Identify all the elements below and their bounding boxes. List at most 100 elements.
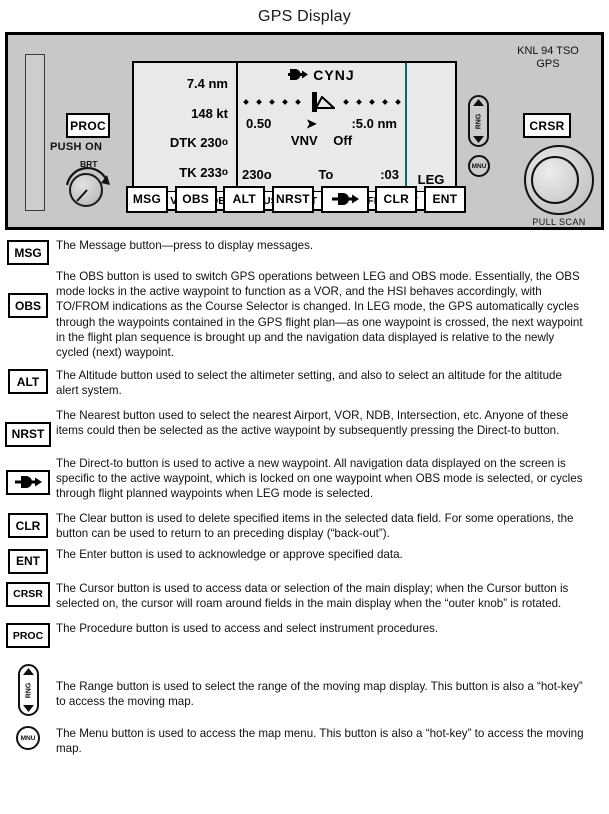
range-rocker-button[interactable]: RNG — [468, 95, 489, 147]
brt-label: BRT — [80, 159, 98, 169]
screen-desired-track: DTK 230o — [169, 135, 228, 151]
legend-desc-clr: The Clear button is used to delete speci… — [56, 512, 574, 541]
proc-button[interactable]: PROC — [66, 113, 110, 138]
clr-button[interactable]: CLR — [375, 185, 418, 213]
button-legend-list: MSG The Message button—press to display … — [0, 238, 609, 756]
brt-pointer-icon — [76, 189, 88, 202]
bezel-left-slot — [25, 54, 45, 211]
cdi-dot — [342, 99, 349, 105]
alt-button[interactable]: ALT — [223, 185, 266, 213]
unit-button-row: MSG OBS ALT NRST CLR ENT — [126, 183, 466, 215]
legend-row-crsr: CRSR The Cursor button is used to access… — [0, 581, 609, 611]
legend-row-msg: MSG The Message button—press to display … — [0, 238, 609, 265]
mnu-key-icon[interactable]: MNU — [16, 726, 40, 751]
screen-track: TK 233o — [179, 164, 228, 180]
legend-key-direct-to — [0, 456, 56, 495]
crsr-key-icon[interactable]: CRSR — [6, 581, 50, 607]
direct-to-key-icon[interactable] — [6, 469, 50, 495]
vnv-value: Off — [333, 133, 353, 148]
course-value: 230o — [242, 166, 272, 182]
inner-knob[interactable] — [531, 156, 579, 204]
brightness-knob[interactable]: BRT — [60, 159, 122, 209]
screen-left-data-column: 7.4 nm 148 kt DTK 230o TK 233o — [134, 63, 238, 191]
legend-key-ent: ENT — [0, 547, 56, 574]
obs-key-icon[interactable]: OBS — [7, 293, 48, 318]
direct-to-button[interactable] — [320, 185, 369, 213]
obs-button[interactable]: OBS — [174, 185, 217, 213]
cdi-dot — [268, 99, 275, 105]
legend-row-proc: PROC The Procedure button is used to acc… — [0, 621, 609, 649]
crsr-button[interactable]: CRSR — [523, 113, 571, 138]
chevron-up-icon — [473, 99, 484, 106]
legend-row-direct-to: The Direct-to button is used to active a… — [0, 456, 609, 502]
menu-button[interactable]: MNU — [468, 155, 490, 177]
cdi-dot — [255, 99, 262, 105]
cdi-scale — [238, 91, 405, 113]
gps-unit-bezel: PROC PUSH ON BRT 7.4 nm 148 kt DTK 230o … — [5, 32, 604, 230]
ent-button[interactable]: ENT — [423, 185, 466, 213]
rng-label: RNG — [475, 113, 483, 130]
legend-desc-msg: The Message button—press to display mess… — [56, 239, 314, 252]
rng-key-icon[interactable]: RNG — [17, 664, 39, 717]
screen-distance: 7.4 nm — [186, 76, 228, 92]
screen-groundspeed: 148 kt — [191, 105, 228, 121]
legend-desc-obs: The OBS button is used to switch GPS ope… — [56, 270, 583, 360]
model-line-2: GPS — [536, 58, 560, 70]
legend-desc-alt: The Altitude button used to select the a… — [56, 369, 562, 398]
legend-desc-proc: The Procedure button is used to access a… — [56, 622, 439, 636]
aircraft-glyph-icon — [314, 96, 335, 109]
msg-button[interactable]: MSG — [126, 185, 168, 213]
alt-key-icon[interactable]: ALT — [8, 369, 48, 395]
screen-mode-column: LEG — [405, 63, 455, 191]
cdi-dot — [394, 99, 401, 105]
legend-desc-crsr: The Cursor button is used to access data… — [56, 581, 569, 610]
xtk-value: 0.50 — [246, 115, 272, 131]
legend-key-obs: OBS — [0, 269, 56, 318]
msg-key-icon[interactable]: MSG — [7, 240, 49, 265]
screen-vnv-row: VNV Off — [238, 133, 405, 148]
rng-key-label: RNG — [25, 682, 32, 699]
legend-key-clr: CLR — [0, 511, 56, 539]
legend-row-ent: ENT The Enter button is used to acknowle… — [0, 547, 609, 574]
cdi-dot — [294, 99, 301, 105]
chevron-down-icon — [473, 136, 484, 143]
pull-scan-label: PULL SCAN — [532, 217, 586, 227]
cdi-aircraft-symbol — [309, 92, 335, 112]
legend-key-rng: RNG — [0, 662, 56, 717]
xtk-direction-arrow-icon: ➤ — [305, 115, 317, 131]
legend-desc-ent: The Enter button is used to acknowledge … — [56, 547, 403, 561]
legend-desc-rng: The Range button is used to select the r… — [56, 680, 583, 709]
screen-main-column: CYNJ 0.50 ➤:5.0 nm VNV Off 230o To:03 — [238, 63, 405, 191]
legend-row-clr: CLR The Clear button is used to delete s… — [0, 511, 609, 541]
proc-key-icon[interactable]: PROC — [5, 623, 51, 649]
legend-key-alt: ALT — [0, 368, 56, 395]
ent-key-icon[interactable]: ENT — [8, 548, 48, 574]
direct-to-icon — [288, 69, 309, 80]
legend-key-crsr: CRSR — [0, 581, 56, 607]
nrst-button[interactable]: NRST — [271, 185, 314, 213]
legend-desc-direct-to: The Direct-to button is used to active a… — [56, 456, 583, 501]
legend-row-rng: RNG The Range button is used to select t… — [0, 662, 609, 717]
cdi-dot — [242, 99, 249, 105]
legend-row-obs: OBS The OBS button is used to switch GPS… — [0, 269, 609, 360]
waypoint-id: CYNJ — [313, 67, 355, 83]
chevron-up-icon — [22, 668, 34, 676]
brt-knob-body[interactable] — [69, 173, 103, 207]
push-on-label: PUSH ON — [50, 141, 103, 153]
dual-concentric-knob[interactable]: PULL SCAN — [520, 145, 598, 229]
legend-row-alt: ALT The Altitude button used to select t… — [0, 368, 609, 398]
nrst-key-icon[interactable]: NRST — [4, 421, 52, 447]
cdi-dot — [281, 99, 288, 105]
legend-key-msg: MSG — [0, 238, 56, 265]
ete-value: :03 — [380, 166, 399, 182]
clr-key-icon[interactable]: CLR — [8, 513, 48, 539]
cdi-dot — [381, 99, 388, 105]
vnv-label: VNV — [290, 133, 318, 148]
direct-to-icon — [15, 476, 42, 489]
legend-row-nrst: NRST The Nearest button used to select t… — [0, 408, 609, 447]
to-from-indicator: To — [318, 166, 334, 182]
cdi-dot — [368, 99, 375, 105]
cdi-dot — [355, 99, 362, 105]
legend-desc-mnu: The Menu button is used to access the ma… — [56, 727, 584, 756]
direct-to-icon — [330, 192, 360, 206]
